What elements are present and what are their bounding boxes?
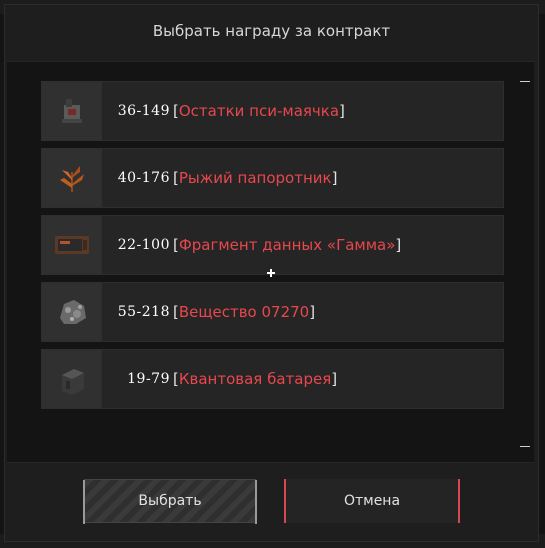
dialog-title: Выбрать награду за контракт: [152, 22, 391, 40]
button-bracket-right: [249, 480, 257, 524]
reward-row-1[interactable]: 40-176 [Рыжий папоротник]: [41, 148, 504, 208]
psi-beacon-icon: [42, 82, 102, 140]
reward-row-3[interactable]: 55-218 [Вещество 07270]: [41, 282, 504, 342]
reward-count: 36-149: [117, 103, 170, 119]
reward-name: [Фрагмент данных «Гамма»]: [173, 236, 402, 254]
reward-name: [Рыжий папоротник]: [173, 169, 338, 187]
reward-count: 19-79: [127, 371, 170, 387]
scrollbar-bottom-cap: [520, 446, 530, 447]
substance-icon: [42, 283, 102, 341]
reward-count: 40-176: [117, 170, 170, 186]
data-fragment-icon: [42, 216, 102, 274]
battery-icon: [42, 350, 102, 408]
select-button[interactable]: Выбрать: [83, 479, 257, 524]
reward-list: 36-149 [Остатки пси-маячка] 40-176 [Рыжи…: [7, 61, 534, 463]
reward-count: 22-100: [117, 237, 170, 253]
reward-row-4[interactable]: 19-79 [Квантовая батарея]: [41, 349, 504, 409]
button-bracket-left: [83, 480, 91, 524]
fern-icon: [42, 149, 102, 207]
reward-count: 55-218: [117, 304, 170, 320]
reward-row-2[interactable]: 22-100 [Фрагмент данных «Гамма»]: [41, 215, 504, 275]
reward-name: [Квантовая батарея]: [173, 370, 338, 388]
scrollbar[interactable]: [520, 81, 530, 447]
scrollbar-top-cap: [520, 81, 530, 82]
cancel-button-label: Отмена: [343, 493, 401, 509]
button-bracket-left: [284, 479, 292, 523]
reward-name: [Вещество 07270]: [173, 303, 316, 321]
cancel-button[interactable]: Отмена: [284, 479, 460, 523]
reward-row-0[interactable]: 36-149 [Остатки пси-маячка]: [41, 81, 504, 141]
mouse-cursor: [267, 269, 275, 277]
button-bracket-right: [452, 479, 460, 523]
reward-name: [Остатки пси-маячка]: [173, 102, 345, 120]
select-button-label: Выбрать: [138, 493, 202, 509]
